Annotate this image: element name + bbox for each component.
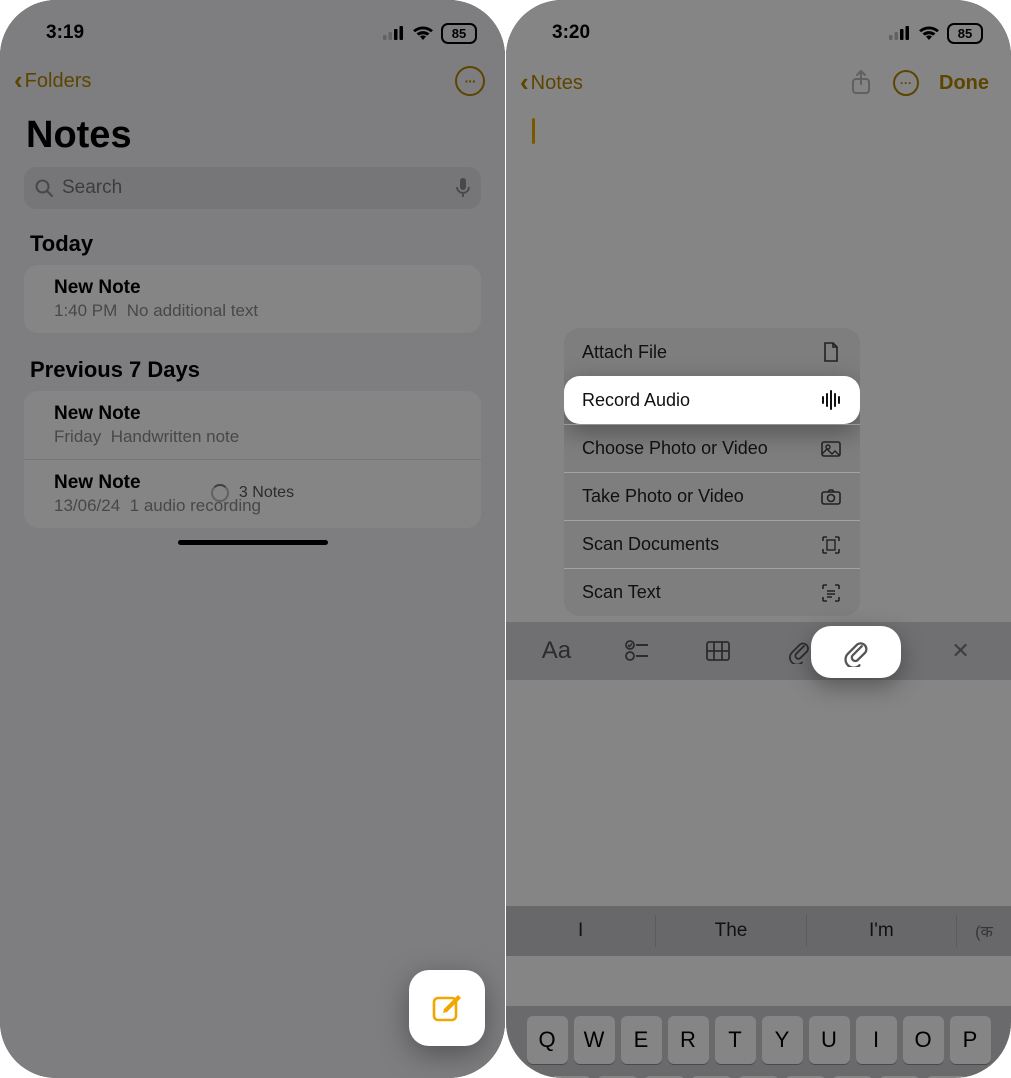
section-header: Previous 7 Days xyxy=(0,335,505,389)
camera-icon xyxy=(820,486,842,508)
keyboard: QWERTYUIOP ASDFGHJKL ZXCVBNM 123 A क xyxy=(506,1006,1011,1078)
back-button[interactable]: ‹ Notes xyxy=(520,69,583,98)
battery-icon: 85 xyxy=(441,23,477,44)
key-q[interactable]: Q xyxy=(527,1016,568,1064)
waveform-icon xyxy=(820,389,842,411)
menu-choose-photo[interactable]: Choose Photo or Video xyxy=(564,424,860,472)
back-label: Notes xyxy=(531,72,583,95)
menu-scan-documents[interactable]: Scan Documents xyxy=(564,520,860,568)
search-input[interactable] xyxy=(62,177,447,199)
back-button[interactable]: ‹ Folders xyxy=(14,67,91,96)
close-toolbar-button[interactable]: ✕ xyxy=(935,630,987,672)
note-row[interactable]: New Note Friday Handwritten note xyxy=(24,391,481,459)
key-p[interactable]: P xyxy=(950,1016,991,1064)
cellular-icon xyxy=(383,26,405,40)
menu-attach-file[interactable]: Attach File xyxy=(564,328,860,376)
status-time: 3:20 xyxy=(552,22,590,44)
attachment-menu: Attach File Record Audio Choose Photo or… xyxy=(564,328,860,616)
nav-bar: ‹ Notes ··· Done xyxy=(506,54,1011,106)
note-row[interactable]: New Note 1:40 PM No additional text xyxy=(24,265,481,333)
menu-record-audio[interactable]: Record Audio xyxy=(564,376,860,424)
paperclip-icon xyxy=(841,637,871,667)
table-button[interactable] xyxy=(692,630,744,672)
attachment-button-highlight[interactable] xyxy=(811,626,901,678)
section-card: New Note 1:40 PM No additional text xyxy=(24,265,481,333)
note-title: New Note xyxy=(54,403,461,425)
menu-take-photo[interactable]: Take Photo or Video xyxy=(564,472,860,520)
key-w[interactable]: W xyxy=(574,1016,615,1064)
table-icon xyxy=(705,638,731,664)
key-y[interactable]: Y xyxy=(762,1016,803,1064)
share-icon xyxy=(849,69,873,97)
status-bar: 3:20 85 xyxy=(506,0,1011,54)
chevron-left-icon: ‹ xyxy=(520,67,529,98)
doc-scan-icon xyxy=(820,534,842,556)
format-toolbar: Aa ✕ xyxy=(506,622,1011,680)
checklist-button[interactable] xyxy=(611,630,663,672)
key-r[interactable]: R xyxy=(668,1016,709,1064)
text-scan-icon xyxy=(820,582,842,604)
nav-bar: ‹ Folders ··· xyxy=(0,54,505,102)
compose-icon xyxy=(430,991,464,1025)
search-bar[interactable] xyxy=(24,167,481,209)
footer: 3 Notes xyxy=(0,484,505,502)
cellular-icon xyxy=(889,26,911,40)
magnifier-icon xyxy=(34,178,54,198)
share-button[interactable] xyxy=(849,69,873,97)
key-e[interactable]: E xyxy=(621,1016,662,1064)
keyboard-language-hint[interactable]: (क xyxy=(957,920,1011,942)
back-label: Folders xyxy=(25,70,92,93)
paperclip-icon xyxy=(786,638,812,664)
done-button[interactable]: Done xyxy=(939,72,989,95)
wifi-icon xyxy=(918,25,940,41)
status-bar: 3:19 85 xyxy=(0,0,505,54)
suggestion[interactable]: The xyxy=(656,915,806,947)
notes-count: 3 Notes xyxy=(239,484,294,502)
text-cursor xyxy=(532,118,535,144)
photo-icon xyxy=(820,438,842,460)
note-editor[interactable] xyxy=(506,106,1011,226)
text-format-button[interactable]: Aa xyxy=(530,630,582,672)
more-button[interactable]: ··· xyxy=(893,70,919,96)
section-card: New Note Friday Handwritten note New Not… xyxy=(24,391,481,528)
note-title: New Note xyxy=(54,277,461,299)
compose-button[interactable] xyxy=(409,970,485,1046)
status-time: 3:19 xyxy=(46,22,84,44)
key-t[interactable]: T xyxy=(715,1016,756,1064)
section-header: Today xyxy=(0,209,505,263)
dictation-icon[interactable] xyxy=(455,177,471,199)
key-o[interactable]: O xyxy=(903,1016,944,1064)
file-icon xyxy=(820,341,842,363)
suggestion-bar: I The I'm (क xyxy=(506,906,1011,956)
menu-scan-text[interactable]: Scan Text xyxy=(564,568,860,616)
sync-spinner-icon xyxy=(211,484,229,502)
more-button[interactable]: ··· xyxy=(455,66,485,96)
suggestion[interactable]: I xyxy=(506,915,656,947)
page-title: Notes xyxy=(0,102,505,165)
key-i[interactable]: I xyxy=(856,1016,897,1064)
checklist-icon xyxy=(624,638,650,664)
battery-icon: 85 xyxy=(947,23,983,44)
suggestion[interactable]: I'm xyxy=(807,915,957,947)
home-indicator[interactable] xyxy=(178,540,328,545)
wifi-icon xyxy=(412,25,434,41)
key-u[interactable]: U xyxy=(809,1016,850,1064)
chevron-left-icon: ‹ xyxy=(14,65,23,96)
